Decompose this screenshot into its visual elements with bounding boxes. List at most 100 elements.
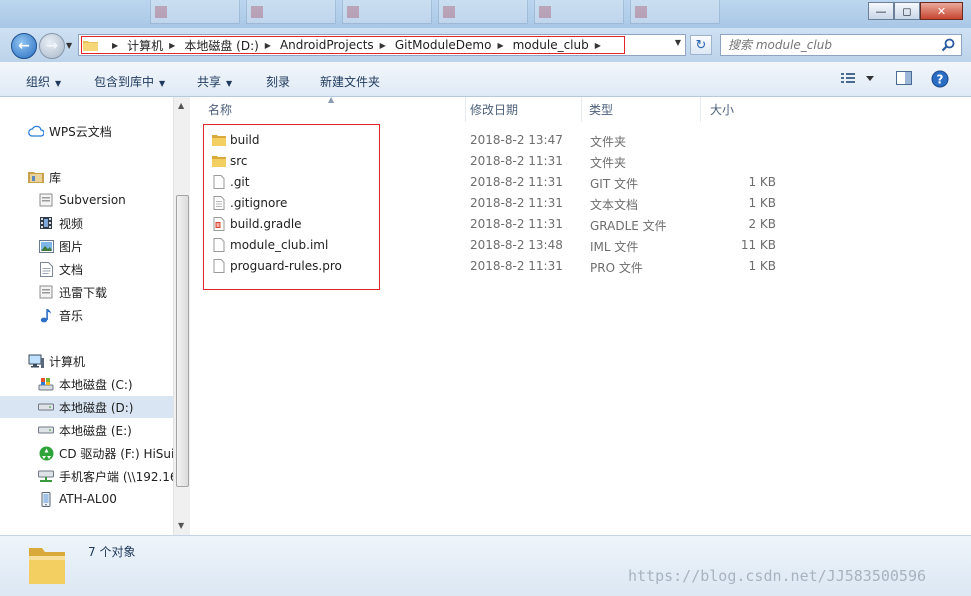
file-type: GIT 文件 xyxy=(590,177,638,191)
recent-pages-dropdown[interactable]: ▼ xyxy=(66,41,72,50)
nav-phone-ath-al00-label: ATH-AL00 xyxy=(59,492,117,506)
address-bar[interactable]: ▶ 计算机 ▶ 本地磁盘 (D:) ▶ AndroidProjects ▶ Gi… xyxy=(78,34,686,56)
forward-button[interactable]: → xyxy=(39,33,65,59)
nav-library-label: 库 xyxy=(49,170,62,185)
nav-library[interactable]: 库 xyxy=(0,166,173,188)
help-button[interactable]: ? xyxy=(931,70,949,91)
nav-music-label: 音乐 xyxy=(59,308,84,323)
folder-icon xyxy=(29,548,65,584)
file-row-proguard-rules[interactable]: proguard-rules.pro 2018-8-2 11:31 PRO 文件… xyxy=(190,256,971,277)
file-row-src[interactable]: src 2018-8-2 11:31 文件夹 xyxy=(190,151,971,172)
column-header-date[interactable]: 修改日期 xyxy=(462,97,582,122)
file-row-gitignore[interactable]: .gitignore 2018-8-2 11:31 文本文档 1 KB xyxy=(190,193,971,214)
preview-pane-button[interactable] xyxy=(895,70,913,89)
file-name: build xyxy=(230,133,260,147)
file-row-build[interactable]: build 2018-8-2 13:47 文件夹 xyxy=(190,130,971,151)
folder-icon xyxy=(83,41,98,51)
organize-label: 组织 xyxy=(26,75,51,89)
new-folder-button[interactable]: 新建文件夹 xyxy=(320,73,380,90)
nav-music[interactable]: 音乐 xyxy=(0,304,173,326)
gradle-file-icon xyxy=(213,217,225,231)
nav-subversion[interactable]: Subversion xyxy=(0,189,173,211)
breadcrumb-gitmoduledemo[interactable]: GitModuleDemo xyxy=(395,38,492,52)
breadcrumb-separator-icon[interactable]: ▶ xyxy=(380,41,386,50)
new-folder-label: 新建文件夹 xyxy=(320,75,381,89)
share-label: 共享 xyxy=(197,75,222,89)
scroll-down-icon[interactable]: ▼ xyxy=(178,521,184,530)
navigation-scrollbar[interactable]: ▲ ▼ xyxy=(173,97,190,535)
nav-computer[interactable]: 计算机 xyxy=(0,350,173,372)
breadcrumb-drive-d[interactable]: 本地磁盘 (D:) xyxy=(184,37,258,54)
nav-drive-d[interactable]: 本地磁盘 (D:) xyxy=(0,396,173,418)
file-name: build.gradle xyxy=(230,217,302,231)
nav-videos[interactable]: 视频 xyxy=(0,212,173,234)
details-status-bar: 7 个对象 https://blog.csdn.net/JJ583500596 xyxy=(0,535,971,596)
help-icon: ? xyxy=(931,70,949,88)
close-button[interactable]: ✕ xyxy=(920,2,963,20)
column-header-type[interactable]: 类型 xyxy=(581,97,701,122)
nav-drive-c[interactable]: 本地磁盘 (C:) xyxy=(0,373,173,395)
file-date: 2018-8-2 11:31 xyxy=(470,196,563,210)
nav-drive-e[interactable]: 本地磁盘 (E:) xyxy=(0,419,173,441)
address-history-dropdown[interactable]: ▼ xyxy=(675,38,681,47)
breadcrumb-separator-icon[interactable]: ▶ xyxy=(595,41,601,50)
breadcrumb-separator-icon[interactable]: ▶ xyxy=(112,41,118,50)
hard-drive-icon xyxy=(38,422,54,438)
chevron-down-icon: ▼ xyxy=(226,79,233,88)
scroll-up-icon[interactable]: ▲ xyxy=(178,101,184,110)
file-row-module-club-iml[interactable]: module_club.iml 2018-8-2 13:48 IML 文件 11… xyxy=(190,235,971,256)
music-icon xyxy=(38,307,54,323)
file-type: 文件夹 xyxy=(590,156,627,170)
folder-icon xyxy=(212,156,226,167)
view-options-button[interactable] xyxy=(840,70,876,89)
file-size: 1 KB xyxy=(748,259,776,273)
file-name: proguard-rules.pro xyxy=(230,259,342,273)
breadcrumb-separator-icon[interactable]: ▶ xyxy=(497,41,503,50)
organize-menu[interactable]: 组织 ▼ xyxy=(26,73,61,90)
share-menu[interactable]: 共享 ▼ xyxy=(197,73,232,90)
nav-pictures-label: 图片 xyxy=(59,239,84,254)
include-in-library-menu[interactable]: 包含到库中 ▼ xyxy=(94,73,165,90)
downloads-library-icon xyxy=(38,284,54,300)
preview-pane-icon xyxy=(896,71,912,85)
search-icon[interactable] xyxy=(941,38,955,52)
file-row-build-gradle[interactable]: build.gradle 2018-8-2 11:31 GRADLE 文件 2 … xyxy=(190,214,971,235)
cd-drive-icon xyxy=(38,445,54,461)
nav-thunder-downloads-label: 迅雷下载 xyxy=(59,285,108,300)
video-icon xyxy=(38,215,54,231)
navigation-pane: WPS云文档 库 Subversion 视频 图片 文档 迅雷下载 音乐 计算机… xyxy=(0,97,173,535)
breadcrumb-computer[interactable]: 计算机 xyxy=(127,37,163,54)
search-input[interactable] xyxy=(728,36,938,54)
library-icon xyxy=(28,169,44,185)
maximize-button[interactable]: ◻ xyxy=(894,2,920,20)
nav-phone-ath-al00[interactable]: ATH-AL00 xyxy=(0,488,173,510)
window-controls: — ◻ ✕ xyxy=(868,2,963,20)
breadcrumb-module-club[interactable]: module_club xyxy=(513,38,589,52)
scrollbar-thumb[interactable] xyxy=(176,195,189,487)
window-title-bar: — ◻ ✕ xyxy=(0,0,971,28)
file-type: 文本文档 xyxy=(590,198,639,212)
refresh-button[interactable]: ↻ xyxy=(690,35,712,55)
nav-thunder-downloads[interactable]: 迅雷下载 xyxy=(0,281,173,303)
breadcrumb-separator-icon[interactable]: ▶ xyxy=(169,41,175,50)
nav-drive-c-label: 本地磁盘 (C:) xyxy=(59,377,133,392)
file-name: .git xyxy=(230,175,250,189)
nav-cd-drive-f[interactable]: CD 驱动器 (F:) HiSuite xyxy=(0,442,173,464)
search-box[interactable] xyxy=(720,34,962,56)
column-header-size[interactable]: 大小 xyxy=(702,97,782,122)
nav-network-drive[interactable]: 手机客户端 (\\192.168 xyxy=(0,465,173,487)
column-header-name[interactable]: 名称 xyxy=(200,97,466,122)
column-header-size-label: 大小 xyxy=(710,103,735,117)
nav-wps-cloud[interactable]: WPS云文档 xyxy=(0,120,173,142)
burn-button[interactable]: 刻录 xyxy=(266,73,290,90)
refresh-icon: ↻ xyxy=(695,37,707,53)
minimize-button[interactable]: — xyxy=(868,2,894,20)
nav-network-drive-label: 手机客户端 (\\192.168 xyxy=(59,469,173,484)
back-arrow-icon: ← xyxy=(18,38,30,54)
nav-pictures[interactable]: 图片 xyxy=(0,235,173,257)
breadcrumb-androidprojects[interactable]: AndroidProjects xyxy=(280,38,374,52)
breadcrumb-separator-icon[interactable]: ▶ xyxy=(265,41,271,50)
nav-documents[interactable]: 文档 xyxy=(0,258,173,280)
back-button[interactable]: ← xyxy=(11,33,37,59)
file-row-git[interactable]: .git 2018-8-2 11:31 GIT 文件 1 KB xyxy=(190,172,971,193)
